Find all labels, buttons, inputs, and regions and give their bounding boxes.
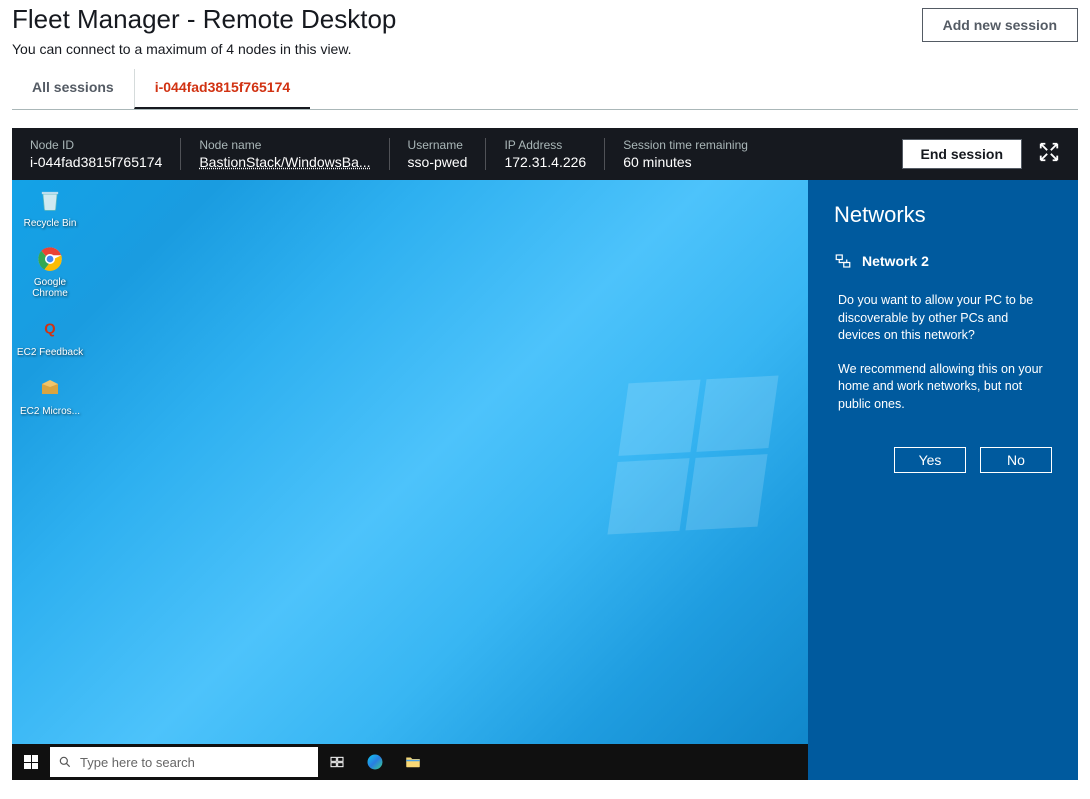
- username-label: Username: [408, 138, 468, 152]
- page-title-block: Fleet Manager - Remote Desktop You can c…: [12, 4, 396, 57]
- node-name-value[interactable]: BastionStack/WindowsBa...: [199, 154, 370, 170]
- windows-logo-wallpaper: [607, 376, 778, 535]
- end-session-button[interactable]: End session: [902, 139, 1022, 169]
- windows-start-icon: [24, 755, 38, 769]
- ip-value: 172.31.4.226: [504, 154, 586, 170]
- tab-instance[interactable]: i-044fad3815f765174: [134, 69, 310, 109]
- chrome-icon: [34, 243, 66, 275]
- node-name-label: Node name: [199, 138, 370, 152]
- network-item[interactable]: Network 2: [834, 252, 1052, 270]
- page-title: Fleet Manager - Remote Desktop: [12, 4, 396, 35]
- username-value: sso-pwed: [408, 154, 468, 170]
- ec2-feedback-icon: Q: [34, 313, 66, 345]
- node-id-value: i-044fad3815f765174: [30, 154, 162, 170]
- desktop-icon-ec2-feedback[interactable]: Q EC2 Feedback: [16, 313, 84, 358]
- ip-label: IP Address: [504, 138, 586, 152]
- network-question-text: Do you want to allow your PC to be disco…: [834, 292, 1052, 345]
- ec2-micros-icon: [34, 372, 66, 404]
- network-yes-button[interactable]: Yes: [894, 447, 966, 473]
- desktop-icon-recycle-bin[interactable]: Recycle Bin: [16, 184, 84, 229]
- taskbar-search-input[interactable]: Type here to search: [50, 747, 318, 777]
- desktop-icon-chrome[interactable]: Google Chrome: [16, 243, 84, 299]
- field-node-id: Node ID i-044fad3815f765174: [30, 138, 180, 170]
- session-tabs: All sessions i-044fad3815f765174: [12, 69, 1078, 110]
- node-id-label: Node ID: [30, 138, 162, 152]
- network-name: Network 2: [862, 253, 929, 269]
- page-subtitle: You can connect to a maximum of 4 nodes …: [12, 41, 396, 57]
- ethernet-icon: [834, 252, 852, 270]
- taskbar-explorer-button[interactable]: [394, 744, 432, 780]
- session-time-value: 60 minutes: [623, 154, 748, 170]
- recycle-bin-icon: [34, 184, 66, 216]
- field-username: Username sso-pwed: [389, 138, 486, 170]
- network-recommend-text: We recommend allowing this on your home …: [834, 361, 1052, 414]
- field-session-time: Session time remaining 60 minutes: [604, 138, 766, 170]
- field-node-name: Node name BastionStack/WindowsBa...: [180, 138, 388, 170]
- session-info-bar: Node ID i-044fad3815f765174 Node name Ba…: [12, 128, 1078, 180]
- ec2-micros-label: EC2 Micros...: [20, 406, 80, 417]
- file-explorer-icon: [404, 753, 422, 771]
- desktop-icon-ec2-micros[interactable]: EC2 Micros...: [16, 372, 84, 417]
- networks-title: Networks: [834, 202, 1052, 228]
- fullscreen-icon[interactable]: [1038, 141, 1060, 168]
- page-header: Fleet Manager - Remote Desktop You can c…: [0, 0, 1090, 65]
- session-panel: Node ID i-044fad3815f765174 Node name Ba…: [12, 128, 1078, 780]
- task-view-icon: [329, 754, 345, 770]
- edge-icon: [365, 752, 385, 772]
- add-new-session-button[interactable]: Add new session: [922, 8, 1078, 42]
- network-buttons: Yes No: [834, 447, 1052, 473]
- search-placeholder: Type here to search: [80, 755, 195, 770]
- ec2-feedback-label: EC2 Feedback: [17, 347, 83, 358]
- taskbar-edge-button[interactable]: [356, 744, 394, 780]
- recycle-bin-label: Recycle Bin: [24, 218, 77, 229]
- start-button[interactable]: [12, 744, 50, 780]
- session-time-label: Session time remaining: [623, 138, 748, 152]
- windows-taskbar: Type here to search: [12, 744, 808, 780]
- remote-desktop-view: Recycle Bin Google Chrome: [12, 180, 1078, 780]
- field-ip: IP Address 172.31.4.226: [485, 138, 604, 170]
- svg-text:Q: Q: [44, 322, 55, 338]
- desktop-icons: Recycle Bin Google Chrome: [16, 184, 84, 417]
- search-icon: [58, 755, 72, 769]
- network-no-button[interactable]: No: [980, 447, 1052, 473]
- task-view-button[interactable]: [318, 744, 356, 780]
- chrome-label: Google Chrome: [16, 277, 84, 299]
- tab-all-sessions[interactable]: All sessions: [12, 69, 134, 109]
- windows-desktop[interactable]: Recycle Bin Google Chrome: [12, 180, 808, 780]
- networks-panel: Networks Network 2 Do you want to allow …: [808, 180, 1078, 780]
